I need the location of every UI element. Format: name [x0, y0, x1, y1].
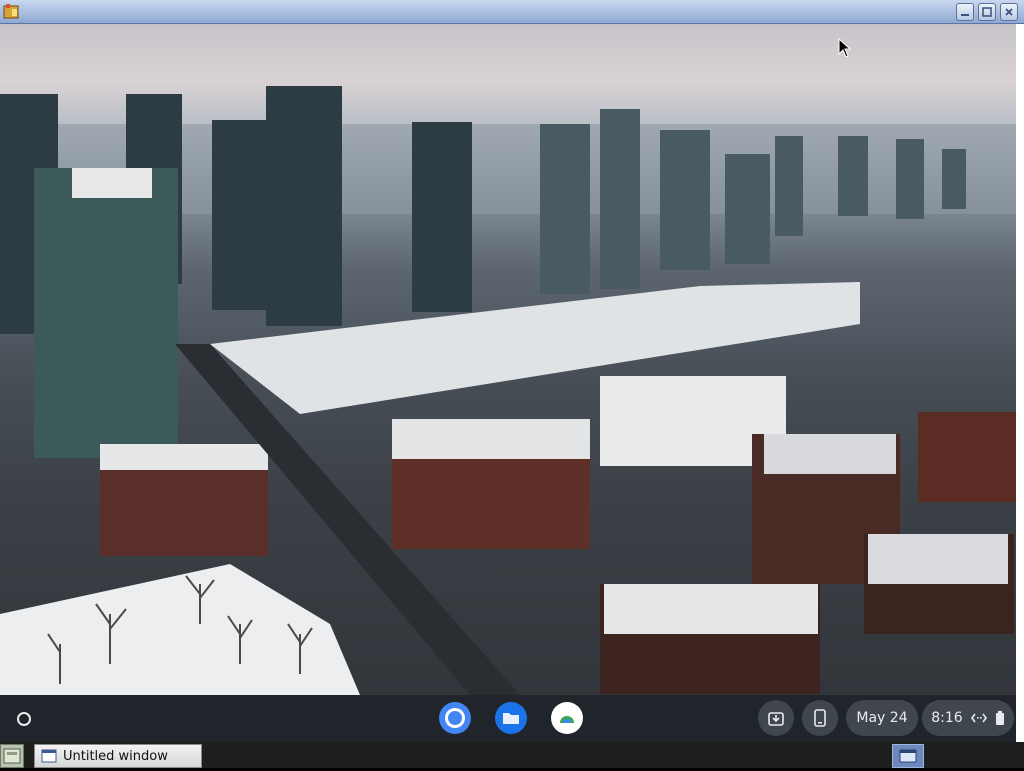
- launcher-circle-icon: [17, 712, 31, 726]
- close-icon: [1005, 8, 1013, 16]
- date-label: May 24: [856, 710, 908, 726]
- shelf-app-files[interactable]: [492, 699, 530, 737]
- shelf-app-play[interactable]: [548, 699, 586, 737]
- holding-space-button[interactable]: [758, 700, 794, 736]
- taskbar: Untitled window: [0, 742, 1024, 768]
- window-border: [1016, 24, 1024, 742]
- phone-icon: [814, 709, 826, 727]
- ethernet-icon: [970, 713, 987, 723]
- minimize-icon: [961, 14, 969, 16]
- mouse-cursor-icon: [838, 38, 852, 58]
- close-button[interactable]: [1000, 3, 1018, 21]
- play-store-icon: [551, 702, 583, 734]
- window-icon: [41, 749, 57, 763]
- launcher-button[interactable]: [4, 699, 44, 739]
- maximize-button[interactable]: [978, 3, 996, 21]
- battery-icon: [995, 711, 1004, 725]
- start-menu-button[interactable]: [0, 744, 24, 768]
- chrome-icon: [439, 702, 471, 734]
- shelf: May 24 8:16: [0, 695, 1016, 742]
- task-label: Untitled window: [63, 748, 168, 764]
- time-label: 8:16: [931, 710, 963, 726]
- start-menu-icon: [3, 748, 21, 764]
- app-icon: [3, 3, 20, 20]
- files-icon: [495, 702, 527, 734]
- taskbar-window-indicator[interactable]: [892, 744, 924, 768]
- shelf-app-chrome[interactable]: [436, 699, 474, 737]
- desktop-wallpaper[interactable]: May 24 8:16: [0, 24, 1016, 742]
- window-indicator-icon: [899, 749, 917, 763]
- date-tray[interactable]: May 24: [846, 700, 918, 736]
- phone-hub-button[interactable]: [802, 700, 838, 736]
- window-titlebar[interactable]: [0, 0, 1024, 24]
- maximize-icon: [982, 7, 992, 17]
- minimize-button[interactable]: [956, 3, 974, 21]
- taskbar-task-untitled-window[interactable]: Untitled window: [34, 744, 202, 768]
- city-skyline-wallpaper: [0, 86, 1016, 695]
- status-tray[interactable]: 8:16: [922, 700, 1014, 736]
- holding-space-icon: [768, 712, 784, 726]
